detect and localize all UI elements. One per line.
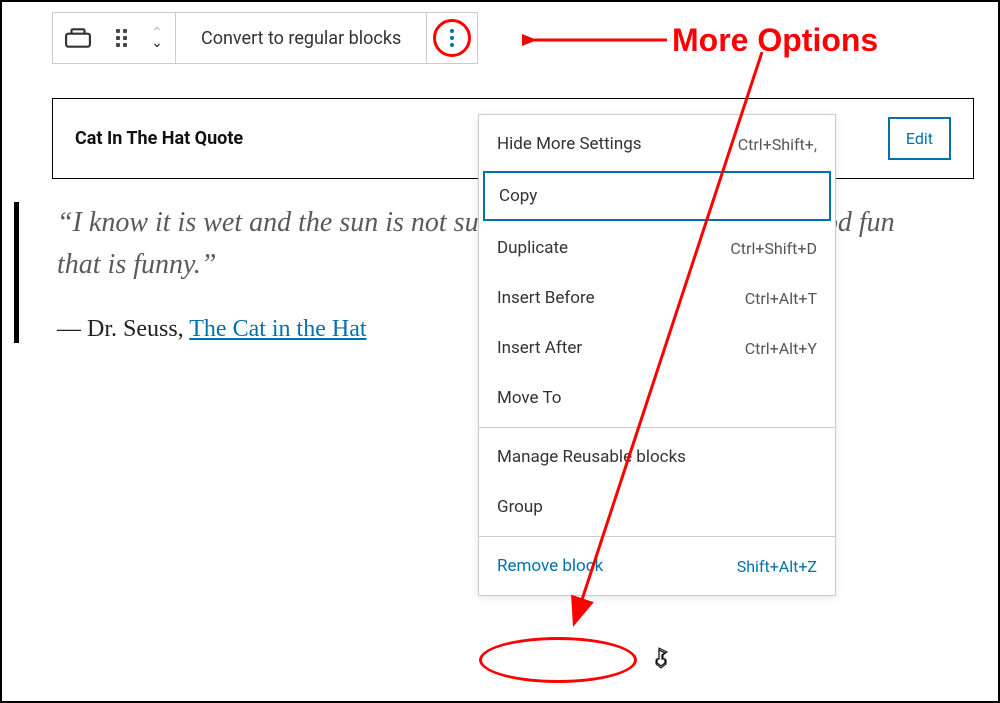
menu-item-label: Copy [499, 186, 537, 206]
menu-item-move-to[interactable]: Move To [479, 373, 835, 423]
menu-item-insert-before[interactable]: Insert Before Ctrl+Alt+T [479, 273, 835, 323]
more-options-button[interactable] [427, 13, 477, 63]
annotation-text: More Options [672, 22, 878, 59]
menu-item-label: Insert After [497, 338, 582, 358]
citation-link[interactable]: The Cat in the Hat [189, 316, 366, 342]
menu-item-remove-block[interactable]: Remove block Shift+Alt+Z [479, 541, 835, 591]
chevron-down-icon[interactable]: ⌄ [151, 38, 163, 48]
menu-item-label: Group [497, 497, 543, 517]
menu-item-shortcut: Ctrl+Shift+, [738, 135, 817, 154]
more-options-menu: Hide More Settings Ctrl+Shift+, Copy Dup… [478, 114, 836, 596]
menu-item-label: Insert Before [497, 288, 595, 308]
menu-item-label: Hide More Settings [497, 134, 642, 154]
toolbar-group-more [427, 13, 477, 63]
edit-button[interactable]: Edit [888, 117, 951, 160]
block-type-icon[interactable] [53, 13, 103, 63]
annotation-ellipse-remove [479, 637, 637, 683]
menu-section-2: Manage Reusable blocks Group [479, 428, 835, 537]
menu-section-1: Hide More Settings Ctrl+Shift+, Copy Dup… [479, 115, 835, 428]
convert-to-regular-button[interactable]: Convert to regular blocks [176, 13, 426, 63]
toolbar-group-convert: Convert to regular blocks [176, 13, 427, 63]
toolbar-group-block: ⌃ ⌄ [53, 13, 176, 63]
menu-item-duplicate[interactable]: Duplicate Ctrl+Shift+D [479, 223, 835, 273]
block-toolbar: ⌃ ⌄ Convert to regular blocks [52, 12, 478, 64]
menu-item-shortcut: Ctrl+Shift+D [730, 239, 817, 258]
menu-item-label: Remove block [497, 556, 603, 576]
menu-item-group[interactable]: Group [479, 482, 835, 532]
menu-item-shortcut: Shift+Alt+Z [737, 557, 817, 576]
menu-item-manage-reusable[interactable]: Manage Reusable blocks [479, 432, 835, 482]
menu-item-shortcut: Ctrl+Alt+T [745, 289, 817, 308]
pointer-cursor-icon [652, 646, 672, 675]
citation-prefix: — Dr. Seuss, [57, 316, 189, 342]
menu-item-insert-after[interactable]: Insert After Ctrl+Alt+Y [479, 323, 835, 373]
menu-item-hide-more-settings[interactable]: Hide More Settings Ctrl+Shift+, [479, 119, 835, 169]
vertical-dots-icon [450, 29, 454, 47]
menu-item-label: Manage Reusable blocks [497, 447, 686, 467]
move-up-down-control[interactable]: ⌃ ⌄ [139, 13, 175, 63]
menu-item-shortcut: Ctrl+Alt+Y [745, 339, 817, 358]
block-title: Cat In The Hat Quote [75, 128, 243, 149]
drag-handle-icon[interactable] [103, 13, 139, 63]
annotation-arrow-to-more [522, 30, 672, 50]
menu-item-copy[interactable]: Copy [483, 171, 831, 221]
menu-section-3: Remove block Shift+Alt+Z [479, 537, 835, 595]
menu-item-label: Duplicate [497, 238, 568, 258]
menu-item-label: Move To [497, 388, 561, 408]
